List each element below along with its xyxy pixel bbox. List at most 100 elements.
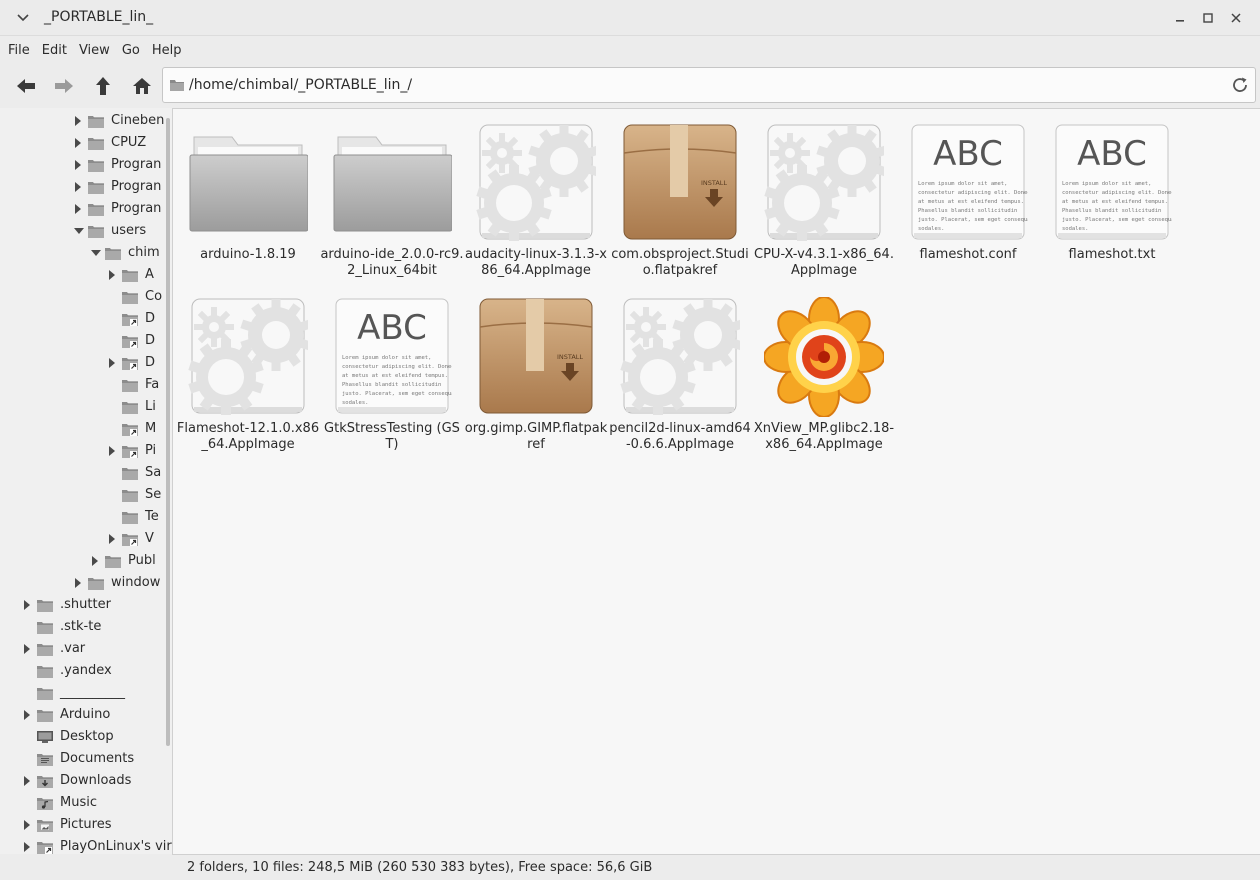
package-icon: INSTALL <box>476 297 596 417</box>
sidebar-item[interactable]: D <box>0 330 172 352</box>
sidebar-item[interactable]: Li <box>0 396 172 418</box>
expander-right-icon[interactable] <box>22 643 32 655</box>
svg-text:Phasellus blandit sollicitudin: Phasellus blandit sollicitudin <box>1062 208 1161 214</box>
folder-icon <box>87 113 105 129</box>
expander-right-icon[interactable] <box>73 159 83 171</box>
maximize-icon[interactable] <box>1198 8 1218 28</box>
sidebar-item-label: Cineben <box>111 113 165 128</box>
expander-right-icon[interactable] <box>22 775 32 787</box>
sidebar-item[interactable]: D <box>0 352 172 374</box>
sidebar-item[interactable]: CPUZ <box>0 132 172 154</box>
menu-edit[interactable]: Edit <box>36 43 73 58</box>
expander-down-icon[interactable] <box>73 225 84 237</box>
svg-text:Lorem ipsum dolor sit amet,: Lorem ipsum dolor sit amet, <box>918 181 1007 187</box>
sidebar-item-label: Te <box>145 509 159 524</box>
file-name: Flameshot-12.1.0.x86_64.AppImage <box>176 421 320 452</box>
sidebar-item[interactable]: Se <box>0 484 172 506</box>
sidebar-item-label: CPUZ <box>111 135 147 150</box>
sidebar-item[interactable]: Te <box>0 506 172 528</box>
sidebar-item[interactable]: Music <box>0 792 172 814</box>
file-name: flameshot.txt <box>1068 247 1156 262</box>
expander-right-icon[interactable] <box>73 181 83 193</box>
sidebar-item[interactable]: .stk-te <box>0 616 172 638</box>
expander-right-icon[interactable] <box>22 819 32 831</box>
back-arrow-icon[interactable] <box>12 72 40 100</box>
sidebar-item[interactable]: Sa <box>0 462 172 484</box>
location-path[interactable]: /home/chimbal/_PORTABLE_lin_/ <box>189 77 412 93</box>
close-icon[interactable] <box>1226 8 1246 28</box>
folder-icon <box>87 575 105 591</box>
expander-right-icon[interactable] <box>107 445 117 457</box>
file-name: com.obsproject.Studio.flatpakref <box>611 247 749 278</box>
folder-icon <box>332 123 453 243</box>
home-icon[interactable] <box>128 72 156 100</box>
sidebar-item[interactable]: Progran <box>0 154 172 176</box>
sidebar-item[interactable]: Cineben <box>0 110 172 132</box>
sidebar-item[interactable]: .shutter <box>0 594 172 616</box>
expander-right-icon[interactable] <box>22 841 32 853</box>
sidebar-item-label: Pi <box>145 443 157 458</box>
pictures-icon <box>36 817 54 833</box>
expander-right-icon[interactable] <box>107 357 117 369</box>
folder-icon <box>104 245 122 261</box>
expander-right-icon[interactable] <box>73 115 83 127</box>
sidebar-item[interactable]: .var <box>0 638 172 660</box>
sidebar-item[interactable]: A <box>0 264 172 286</box>
sidebar-item[interactable]: chim <box>0 242 172 264</box>
sidebar-item[interactable]: window <box>0 572 172 594</box>
location-bar[interactable]: /home/chimbal/_PORTABLE_lin_/ <box>162 67 1256 103</box>
sidebar-item[interactable]: M <box>0 418 172 440</box>
executable-gears-icon <box>764 123 888 243</box>
sidebar-item[interactable]: Pictures <box>0 814 172 836</box>
package-icon: INSTALL <box>620 123 740 243</box>
minimize-icon[interactable] <box>1170 8 1190 28</box>
sidebar-item[interactable]: Documents <box>0 748 172 770</box>
forward-arrow-icon[interactable] <box>50 72 78 100</box>
expander-right-icon[interactable] <box>107 533 117 545</box>
svg-text:ABC: ABC <box>357 308 427 348</box>
expander-right-icon[interactable] <box>107 269 117 281</box>
sidebar-item[interactable]: Pi <box>0 440 172 462</box>
sidebar-item[interactable]: Downloads <box>0 770 172 792</box>
expander-right-icon[interactable] <box>73 137 83 149</box>
menu-file[interactable]: File <box>2 43 36 58</box>
menu-go[interactable]: Go <box>116 43 146 58</box>
sidebar-item-label: .var <box>60 641 86 656</box>
svg-text:sodales.: sodales. <box>342 400 369 406</box>
sidebar-item[interactable]: Progran <box>0 198 172 220</box>
expander-right-icon[interactable] <box>73 577 83 589</box>
sidebar-item-label: V <box>145 531 154 546</box>
folder-icon <box>121 465 139 481</box>
svg-text:INSTALL: INSTALL <box>701 179 727 187</box>
expander-right-icon[interactable] <box>22 599 32 611</box>
sidebar-item[interactable]: Publ <box>0 550 172 572</box>
sidebar-item[interactable]: Arduino <box>0 704 172 726</box>
sidebar-item[interactable]: Desktop <box>0 726 172 748</box>
sidebar-item[interactable]: Co <box>0 286 172 308</box>
file-name: arduino-ide_2.0.0-rc9.2_Linux_64bit <box>320 247 464 278</box>
reload-icon[interactable] <box>1231 76 1249 94</box>
sidebar-item[interactable]: Fa <box>0 374 172 396</box>
folder-icon <box>87 201 105 217</box>
expander-right-icon[interactable] <box>73 203 83 215</box>
sidebar-item[interactable]: PlayOnLinux's virtu <box>0 836 172 854</box>
sidebar-item-label: Publ <box>128 553 156 568</box>
sidebar-item-label: chim <box>128 245 160 260</box>
menu-view[interactable]: View <box>73 43 116 58</box>
window-menu-chevron-icon[interactable] <box>14 9 32 27</box>
folder-icon <box>169 78 185 96</box>
sidebar-item-label: Arduino <box>60 707 111 722</box>
sidebar-item[interactable]: .yandex <box>0 660 172 682</box>
expander-right-icon[interactable] <box>22 709 32 721</box>
sidebar-item[interactable]: Progran <box>0 176 172 198</box>
menu-help[interactable]: Help <box>146 43 188 58</box>
expander-down-icon[interactable] <box>90 247 101 259</box>
sidebar-scroll-thumb[interactable] <box>166 118 170 746</box>
sidebar-item[interactable]: __________ <box>0 682 172 704</box>
sidebar-item[interactable]: users <box>0 220 172 242</box>
up-arrow-icon[interactable] <box>89 72 117 100</box>
sidebar-item-label: users <box>111 223 147 238</box>
sidebar-item[interactable]: V <box>0 528 172 550</box>
sidebar-item[interactable]: D <box>0 308 172 330</box>
expander-right-icon[interactable] <box>90 555 100 567</box>
